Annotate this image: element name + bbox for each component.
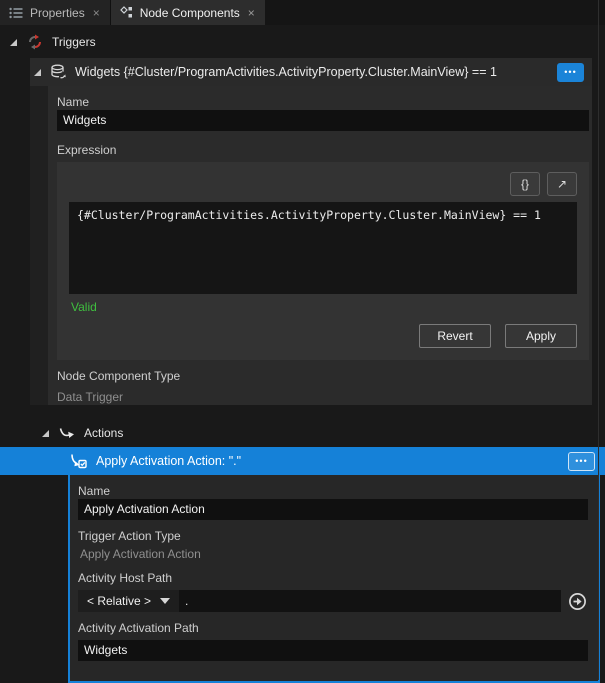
trigger-title: Widgets {#Cluster/ProgramActivities.Acti… [75, 65, 497, 79]
expression-panel: {} ↗ {#Cluster/ProgramActivities.Activit… [57, 162, 589, 360]
action-header-row[interactable]: Apply Activation Action: "." ••• [0, 447, 605, 475]
tab-node-components[interactable]: Node Components × [110, 0, 265, 25]
apply-activation-action-icon [70, 453, 88, 469]
name-label: Name [57, 95, 90, 109]
action-menu-button[interactable]: ••• [568, 451, 595, 471]
dropdown-value: < Relative > [87, 594, 152, 608]
trigger-name-input[interactable]: Widgets [57, 110, 589, 131]
triggers-cycle-icon [27, 34, 43, 50]
node-components-icon [119, 6, 133, 19]
expression-label: Expression [57, 143, 117, 157]
expression-buttons: Revert Apply [69, 324, 577, 348]
close-icon[interactable]: × [247, 7, 256, 19]
activity-host-path-label: Activity Host Path [78, 571, 173, 585]
trigger-menu-button[interactable]: ••• [557, 62, 584, 82]
braces-button[interactable]: {} [510, 172, 540, 196]
trigger-body: Name Widgets Expression {} ↗ {#Cluster/P… [48, 86, 592, 405]
expression-toolbar: {} ↗ [69, 172, 577, 196]
action-title: Apply Activation Action: "." [96, 454, 242, 468]
open-external-button[interactable]: ↗ [547, 172, 577, 196]
activity-host-path-input[interactable]: . [179, 590, 561, 612]
expander-icon[interactable] [41, 429, 50, 438]
node-component-type-value: Data Trigger [57, 390, 124, 404]
triggers-section-header[interactable]: Triggers [0, 25, 605, 58]
close-icon[interactable]: × [92, 7, 101, 19]
path-mode-dropdown[interactable]: < Relative > [78, 590, 180, 612]
section-label: Actions [84, 426, 124, 440]
tab-label: Properties [30, 5, 85, 20]
validation-status: Valid [71, 300, 97, 314]
list-icon [9, 7, 23, 19]
revert-button[interactable]: Revert [419, 324, 491, 348]
action-name-input[interactable]: Apply Activation Action [78, 499, 588, 520]
activity-activation-path-input[interactable]: Widgets [78, 640, 588, 661]
activity-activation-path-label: Activity Activation Path [78, 621, 199, 635]
circle-arrow-icon [568, 592, 587, 611]
name-label: Name [78, 484, 111, 498]
apply-button[interactable]: Apply [505, 324, 577, 348]
action-body: Name Apply Activation Action Trigger Act… [68, 475, 600, 683]
tab-properties[interactable]: Properties × [0, 0, 111, 25]
select-node-button[interactable] [566, 590, 588, 612]
section-label: Triggers [52, 35, 96, 49]
tab-label: Node Components [139, 5, 240, 20]
data-trigger-icon [50, 64, 67, 80]
trigger-action-type-label: Trigger Action Type [78, 529, 181, 543]
trigger-action-type-value: Apply Activation Action [80, 547, 201, 561]
tab-bar: Properties × Node Components × [0, 0, 605, 25]
actions-arrow-icon [59, 427, 75, 440]
trigger-header-row[interactable]: Widgets {#Cluster/ProgramActivities.Acti… [30, 58, 592, 86]
expander-icon[interactable] [9, 38, 18, 47]
expander-icon[interactable] [33, 68, 42, 77]
trigger-block: Widgets {#Cluster/ProgramActivities.Acti… [30, 58, 592, 405]
activity-host-path-row: < Relative > . [78, 590, 588, 612]
actions-section-header[interactable]: Actions [0, 418, 605, 447]
node-component-type-label: Node Component Type [57, 369, 181, 383]
chevron-down-icon [160, 598, 171, 604]
expression-editor[interactable]: {#Cluster/ProgramActivities.ActivityProp… [69, 202, 577, 294]
scrollbar-track[interactable] [598, 0, 599, 680]
